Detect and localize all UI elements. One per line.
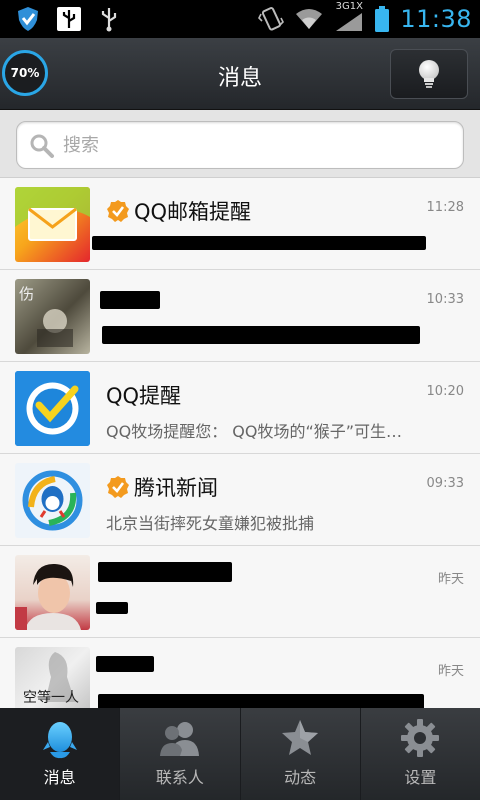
signal-icon bbox=[336, 13, 363, 31]
conversation-title-row: QQ提醒 bbox=[106, 380, 181, 410]
conversation-item-5[interactable]: 昨天 bbox=[0, 546, 480, 638]
conversation-name: 腾讯新闻 bbox=[134, 476, 218, 500]
tencent-news-avatar bbox=[15, 463, 90, 538]
usb-debug-icon bbox=[57, 7, 81, 31]
tab-feeds[interactable]: 动态 bbox=[239, 708, 360, 800]
qq-mail-avatar bbox=[15, 187, 90, 262]
conversation-list: QQ邮箱提醒 11:28 伤 10:33 QQ提醒 10:20 QQ牧场提醒您：… bbox=[0, 178, 480, 708]
tab-settings[interactable]: 设置 bbox=[359, 708, 480, 800]
vibrate-icon bbox=[258, 7, 285, 31]
conversation-time: 10:33 bbox=[426, 292, 464, 307]
conversation-item-6[interactable]: 空等一人 昨天 bbox=[0, 638, 480, 708]
redacted-preview bbox=[96, 602, 128, 614]
conversation-item-tencent-news[interactable]: 腾讯新闻 09:33 北京当街摔死女童嫌犯被批捕 bbox=[0, 454, 480, 546]
verified-badge-icon bbox=[107, 476, 129, 498]
qq-reminder-avatar bbox=[15, 371, 90, 446]
conversation-preview: QQ牧场提醒您： QQ牧场的“猴子”可生… bbox=[106, 422, 403, 441]
avatar-caption: 空等一人 bbox=[23, 690, 79, 706]
contact-avatar: 伤 bbox=[15, 279, 90, 354]
conversation-item-qq-mail[interactable]: QQ邮箱提醒 11:28 bbox=[0, 178, 480, 270]
tab-label: 设置 bbox=[404, 768, 437, 787]
title-bar: 70% 消息 bbox=[0, 38, 480, 110]
conversation-time: 11:28 bbox=[426, 200, 464, 215]
tab-contacts[interactable]: 联系人 bbox=[119, 708, 239, 800]
status-bar: 3G1X 11:38 bbox=[0, 0, 480, 38]
star-icon bbox=[282, 720, 319, 755]
status-right-icons: 3G1X 11:38 bbox=[258, 2, 472, 36]
search-input[interactable] bbox=[63, 122, 443, 168]
gear-icon bbox=[401, 719, 440, 757]
contact-avatar bbox=[15, 555, 90, 630]
search-bar bbox=[0, 110, 480, 178]
status-left-icons bbox=[16, 6, 120, 32]
tab-label: 联系人 bbox=[155, 768, 204, 787]
qq-penguin-icon bbox=[42, 722, 77, 759]
mail-icon bbox=[15, 187, 90, 262]
contact-avatar: 空等一人 bbox=[15, 647, 90, 708]
conversation-item-2[interactable]: 伤 10:33 bbox=[0, 270, 480, 362]
tab-label: 动态 bbox=[284, 768, 317, 787]
battery-icon bbox=[375, 6, 390, 32]
shield-icon bbox=[18, 7, 38, 31]
verified-badge-icon bbox=[107, 200, 129, 222]
redacted-name bbox=[100, 291, 160, 309]
redacted-preview bbox=[98, 694, 424, 708]
redacted-name bbox=[96, 656, 154, 672]
redacted-preview bbox=[92, 236, 426, 250]
wifi-icon bbox=[296, 9, 323, 29]
conversation-time: 10:20 bbox=[426, 384, 464, 399]
lightbulb-icon bbox=[419, 60, 439, 88]
conversation-preview: 北京当街摔死女童嫌犯被批捕 bbox=[106, 514, 315, 533]
search-box[interactable] bbox=[16, 121, 464, 169]
usb-icon bbox=[101, 8, 117, 32]
conversation-name: QQ提醒 bbox=[106, 384, 182, 408]
redacted-name bbox=[98, 562, 232, 582]
conversation-time: 昨天 bbox=[437, 664, 464, 679]
conversation-item-qq-reminder[interactable]: QQ提醒 10:20 QQ牧场提醒您： QQ牧场的“猴子”可生… bbox=[0, 362, 480, 454]
redacted-preview bbox=[102, 326, 420, 344]
network-indicator: 3G1X bbox=[334, 2, 364, 36]
clock: 11:38 bbox=[400, 5, 472, 33]
photo-figure bbox=[37, 309, 73, 347]
bottom-tab-bar: 消息 联系人 动态 设置 bbox=[0, 708, 480, 800]
conversation-title-row: 腾讯新闻 bbox=[106, 472, 218, 502]
conversation-title-row: QQ邮箱提醒 bbox=[106, 196, 251, 226]
network-type: 3G1X bbox=[335, 1, 363, 12]
checkmark-clock-icon bbox=[15, 371, 90, 446]
conversation-time: 昨天 bbox=[437, 572, 464, 587]
contacts-icon bbox=[159, 722, 199, 756]
tencent-news-logo-icon bbox=[22, 470, 83, 531]
conversation-time: 09:33 bbox=[426, 476, 464, 491]
lightbulb-button[interactable] bbox=[390, 49, 468, 99]
person-photo bbox=[15, 563, 81, 630]
conversation-name: QQ邮箱提醒 bbox=[134, 200, 252, 224]
tab-messages[interactable]: 消息 bbox=[0, 708, 120, 800]
search-icon bbox=[30, 134, 54, 158]
tab-label: 消息 bbox=[43, 768, 76, 787]
